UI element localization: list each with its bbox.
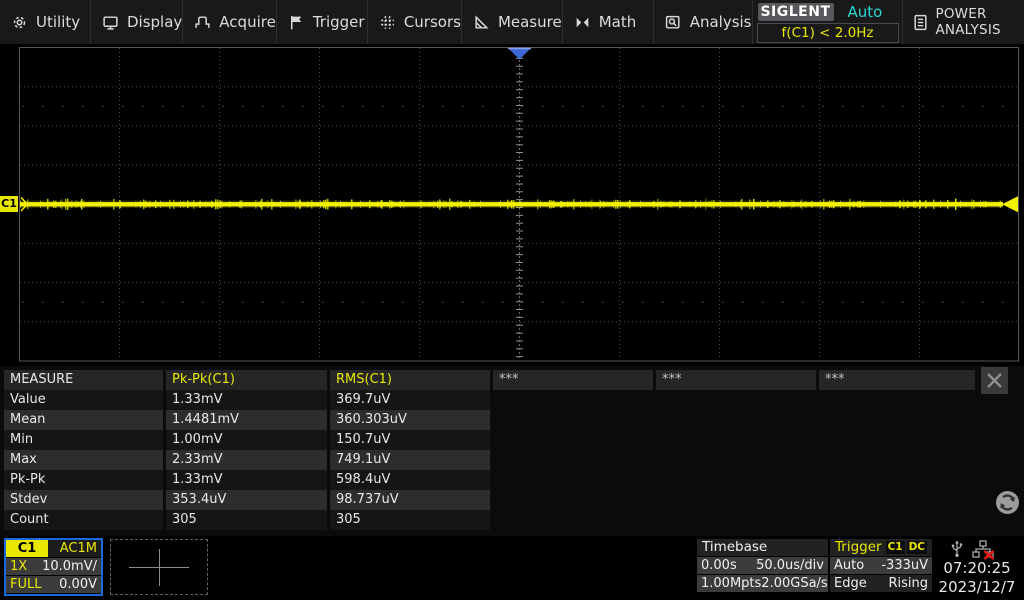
menu-cursors[interactable]: Cursors [368,0,462,44]
channel1-trace [0,44,1024,366]
measure-title: MEASURE [4,370,163,390]
menu-utility[interactable]: Utility [0,0,91,44]
close-icon [981,367,1008,394]
measure-value: 360.303uV [330,410,490,430]
bottom-status-bar: C1 AC1M 1X 10.0mV/ FULL 0.00V Timebase 0… [0,536,1024,600]
menu-acquire-label: Acquire [219,13,276,31]
menu-cursors-label: Cursors [404,13,461,31]
trigger-type: Edge [834,576,867,591]
measure-row-label: Max [4,450,163,470]
refresh-icon [996,491,1019,514]
trigger-status-block[interactable]: SIGLENT Auto f(C1) < 2.0Hz [753,0,903,44]
menu-bar: Utility Display Acquire Trigger [0,0,1024,44]
channel1-header: C1 AC1M [6,540,101,557]
measure-value: 1.00mV [166,430,327,450]
gear-icon [11,14,28,31]
menu-analysis-label: Analysis [690,13,752,31]
measure-close-button[interactable] [981,367,1008,394]
trigger-frequency-readout: f(C1) < 2.0Hz [757,23,899,43]
timebase-delay: 0.00s [701,558,737,573]
clipboard-icon [912,14,929,31]
menu-measure[interactable]: Measure [462,0,563,44]
measure-value: 1.33mV [166,470,327,490]
acquisition-status: Auto [848,3,883,21]
oscilloscope-screen: Utility Display Acquire Trigger [0,0,1024,600]
channel1-probe: 1X [10,559,27,574]
measure-row-label: Count [4,510,163,530]
measure-icon [473,14,490,31]
channel1-name-badge: C1 [6,540,48,557]
measure-value: 369.7uV [330,390,490,410]
add-channel-placeholder[interactable] [110,539,208,595]
measure-col-3[interactable]: *** [493,370,653,390]
channel1-coupling: AC1M [48,540,101,557]
trigger-level: -333uV [881,558,928,573]
timebase-srate: 2.00GSa/s [761,576,827,591]
menu-analysis[interactable]: Analysis [654,0,753,44]
system-status-area: 07:20:25 2023/12/7 [936,536,1022,600]
measure-value: 749.1uV [330,450,490,470]
clock-date[interactable]: 2023/12/7 [936,578,1018,596]
measure-value: 1.33mV [166,390,327,410]
measure-value: 150.7uV [330,430,490,450]
display-icon [102,14,119,31]
menu-power-analysis[interactable]: POWER ANALYSIS [903,0,1024,44]
measure-col-5[interactable]: *** [819,370,975,390]
measure-col-1[interactable]: Pk-Pk(C1) [166,370,327,390]
measure-panel: MEASURE Pk-Pk(C1) RMS(C1) *** *** *** Va… [0,366,1024,536]
menu-display-label: Display [127,13,182,31]
trigger-source-badge: C1 [886,541,905,554]
timebase-title: Timebase [702,539,767,556]
timebase-box[interactable]: Timebase 0.00s 50.0us/div 1.00Mpts 2.00G… [697,539,828,595]
network-disconnected-icon[interactable] [972,540,995,560]
channel1-bandwidth: FULL [10,577,41,592]
waveform-display[interactable]: C1 [0,44,1024,366]
measure-col-4[interactable]: *** [656,370,816,390]
channel1-box[interactable]: C1 AC1M 1X 10.0mV/ FULL 0.00V [4,538,103,596]
trigger-mode: Auto [834,558,864,573]
measure-row-label: Mean [4,410,163,430]
trigger-title: Trigger [835,539,882,556]
analysis-icon [665,14,682,31]
crosshair-icon [159,549,160,586]
menu-display[interactable]: Display [91,0,183,44]
cursors-icon [379,14,396,31]
measure-value: 2.33mV [166,450,327,470]
usb-icon[interactable] [950,540,964,558]
channel1-vdiv: 10.0mV/ [42,559,97,574]
measure-col-2[interactable]: RMS(C1) [330,370,490,390]
timebase-memory: 1.00Mpts [701,576,761,591]
power-analysis-label: POWER ANALYSIS [936,6,1024,38]
menu-math-label: Math [599,13,637,31]
measure-row-label: Stdev [4,490,163,510]
menu-trigger-label: Trigger [313,13,365,31]
measure-value: 353.4uV [166,490,327,510]
measure-value: 598.4uV [330,470,490,490]
measure-row-label: Min [4,430,163,450]
timebase-scale: 50.0us/div [756,558,824,573]
menu-acquire[interactable]: Acquire [183,0,277,44]
trigger-box[interactable]: Trigger C1 DC Auto -333uV Edge Rising [830,539,932,595]
measure-row-label: Value [4,390,163,410]
menu-utility-label: Utility [36,13,80,31]
measure-value: 305 [166,510,327,530]
acquire-icon [194,14,211,31]
measure-row-label: Pk-Pk [4,470,163,490]
siglent-logo: SIGLENT [758,3,834,21]
measure-value: 305 [330,510,490,530]
measure-value: 98.737uV [330,490,490,510]
channel1-offset: 0.00V [59,577,97,592]
menu-math[interactable]: Math [563,0,654,44]
channel1-axis-badge[interactable]: C1 [0,196,18,212]
measure-value: 1.4481mV [166,410,327,430]
trigger-slope: Rising [888,576,928,591]
clock-time[interactable]: 07:20:25 [936,559,1018,577]
statistics-reset-button[interactable] [996,491,1019,514]
menu-measure-label: Measure [498,13,562,31]
menu-trigger[interactable]: Trigger [277,0,368,44]
trigger-level-marker [1002,196,1018,212]
flag-icon [288,14,305,31]
trigger-coupling-badge: DC [907,541,927,554]
math-icon [574,14,591,31]
